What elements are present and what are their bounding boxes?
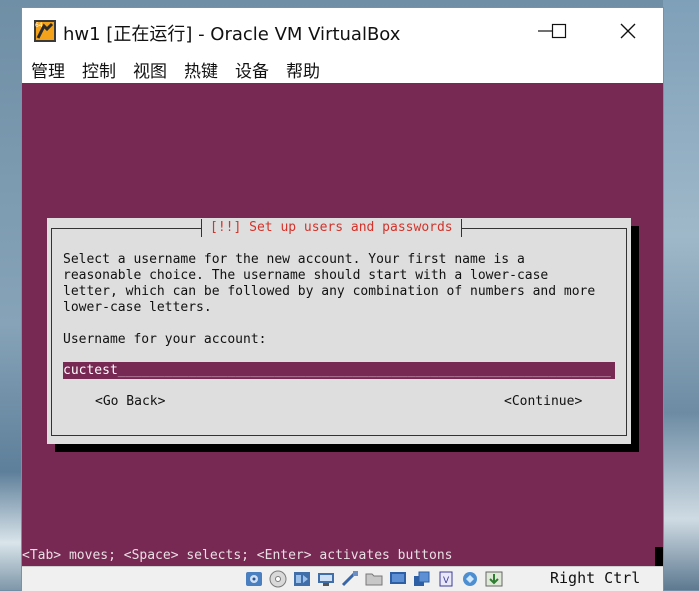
keyboard-capture-icon[interactable] [484,570,504,588]
close-icon [620,23,636,39]
title-bar[interactable]: 64 hw1 [正在运行] - Oracle VM VirtualBox [22,8,663,54]
menu-item-view[interactable]: 视图 [124,57,175,82]
username-label: Username for your account: [63,332,267,347]
go-back-button[interactable]: <Go Back> [95,394,165,410]
dialog-description: Select a username for the new account. Y… [63,252,596,315]
status-bar: V Right Ctrl [22,566,663,591]
username-value: cuctest [63,363,118,378]
optical-drive-icon[interactable] [268,570,288,588]
network-icon[interactable] [316,570,336,588]
maximize-icon [551,23,567,39]
menu-item-manage[interactable]: 管理 [22,57,73,82]
menu-item-control[interactable]: 控制 [73,57,124,82]
close-button[interactable] [605,8,651,54]
svg-text:64: 64 [35,22,43,29]
usb-icon[interactable] [340,570,360,588]
menu-item-hotkeys[interactable]: 热键 [175,57,226,82]
dialog-title-frame: [!!] Set up users and passwords [201,219,462,237]
continue-button[interactable]: <Continue> [504,394,582,410]
maximize-button[interactable] [536,8,582,54]
cpu-icon[interactable]: V [436,570,456,588]
video-capture-icon[interactable] [412,570,432,588]
audio-icon[interactable] [292,570,312,588]
menu-item-devices[interactable]: 设备 [226,57,277,82]
host-key-label: Right Ctrl [550,569,641,587]
virtualbox-app-icon: 64 [34,20,56,42]
terminal-cursor [655,547,663,566]
virtualbox-window: 64 hw1 [正在运行] - Oracle VM VirtualBox 管理 … [22,8,663,591]
menu-bar: 管理 控制 视图 热键 设备 帮助 [22,54,663,84]
desktop-background [663,0,699,590]
hard-disk-icon[interactable] [244,570,264,588]
username-input[interactable]: cuctest_________________________________… [63,362,615,379]
svg-text:V: V [443,576,450,586]
menu-item-help[interactable]: 帮助 [277,57,328,82]
guest-display[interactable]: [!!] Set up users and passwords Select a… [22,83,663,566]
dialog-title: [!!] Set up users and passwords [202,219,461,237]
window-title: hw1 [正在运行] - Oracle VM VirtualBox [63,24,401,45]
username-fill: ________________________________________… [117,363,611,378]
users-passwords-dialog: [!!] Set up users and passwords Select a… [47,218,631,444]
mouse-integration-icon[interactable] [460,570,480,588]
keyboard-help-line: <Tab> moves; <Space> selects; <Enter> ac… [22,548,453,563]
display-icon[interactable] [388,570,408,588]
shared-folders-icon[interactable] [364,570,384,588]
